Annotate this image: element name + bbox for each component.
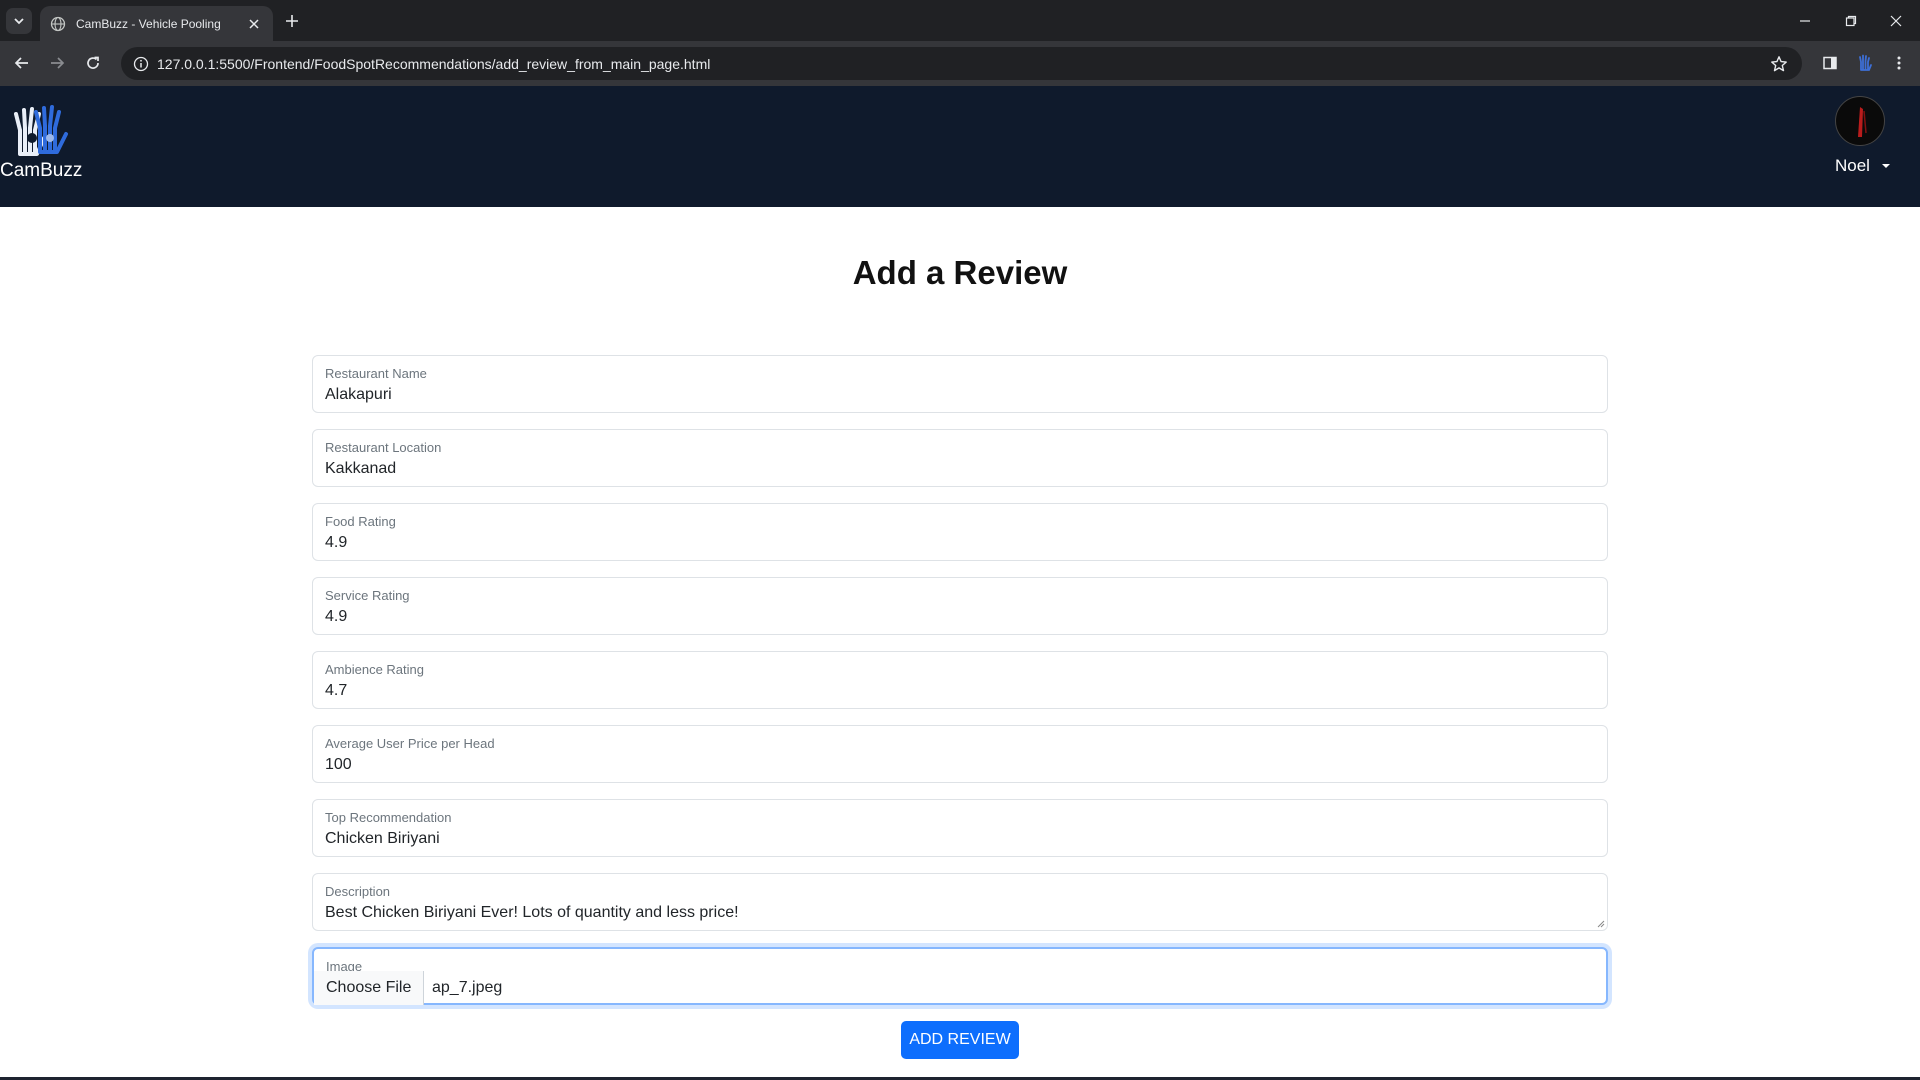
restaurant-name-field[interactable]: Restaurant Name Alakapuri <box>312 355 1608 413</box>
user-menu[interactable]: Noel <box>1826 96 1896 196</box>
field-value[interactable]: Best Chicken Biriyani Ever! Lots of quan… <box>325 904 739 922</box>
browser-tab[interactable]: CamBuzz - Vehicle Pooling <box>40 6 273 41</box>
field-label: Restaurant Location <box>325 440 442 455</box>
field-label: Average User Price per Head <box>325 736 495 751</box>
star-icon[interactable] <box>1768 53 1790 75</box>
field-value[interactable]: 4.9 <box>325 608 347 626</box>
field-value[interactable]: Alakapuri <box>325 386 392 404</box>
brand-link[interactable]: CamBuzz <box>0 104 84 184</box>
caret-down-icon <box>1882 164 1890 168</box>
field-label: Service Rating <box>325 588 410 603</box>
info-icon[interactable] <box>131 54 151 74</box>
site-navbar: CamBuzz Noel <box>0 86 1920 207</box>
extension-icon[interactable] <box>1852 50 1878 76</box>
avatar[interactable] <box>1835 96 1885 146</box>
back-icon[interactable] <box>9 50 35 76</box>
brand-name: CamBuzz <box>0 160 83 181</box>
side-panel-icon[interactable] <box>1817 50 1843 76</box>
resize-handle-icon[interactable] <box>1595 918 1605 928</box>
field-value[interactable]: 4.9 <box>325 534 347 552</box>
menu-icon[interactable] <box>1886 50 1912 76</box>
service-rating-field[interactable]: Service Rating 4.9 <box>312 577 1608 635</box>
field-value[interactable]: 100 <box>325 756 352 774</box>
tab-search-icon[interactable] <box>6 8 32 34</box>
food-rating-field[interactable]: Food Rating 4.9 <box>312 503 1608 561</box>
top-recommendation-field[interactable]: Top Recommendation Chicken Biriyani <box>312 799 1608 857</box>
close-icon[interactable] <box>245 15 263 33</box>
page-title: Add a Review <box>852 254 1068 291</box>
field-label: Food Rating <box>325 514 396 529</box>
user-name: Noel <box>1835 156 1870 175</box>
file-name: ap_7.jpeg <box>432 979 503 996</box>
window-close-icon[interactable] <box>1882 7 1910 35</box>
field-label: Top Recommendation <box>325 810 452 825</box>
plus-icon[interactable] <box>281 10 303 32</box>
add-review-button[interactable]: ADD REVIEW <box>901 1021 1019 1059</box>
field-value[interactable]: Chicken Biriyani <box>325 830 440 848</box>
description-field[interactable]: Description Best Chicken Biriyani Ever! … <box>312 873 1608 931</box>
price-per-head-field[interactable]: Average User Price per Head 100 <box>312 725 1608 783</box>
field-value[interactable]: 4.7 <box>325 682 347 700</box>
browser-toolbar: 127.0.0.1:5500/Frontend/FoodSpotRecommen… <box>0 41 1920 86</box>
minimize-icon[interactable] <box>1791 7 1819 35</box>
review-form: Restaurant Name Alakapuri Restaurant Loc… <box>312 355 1608 1021</box>
field-label: Ambience Rating <box>325 662 424 677</box>
image-upload-field[interactable]: Image Choose File ap_7.jpeg <box>312 947 1608 1005</box>
globe-icon <box>50 16 66 32</box>
ambience-rating-field[interactable]: Ambience Rating 4.7 <box>312 651 1608 709</box>
tab-title: CamBuzz - Vehicle Pooling <box>76 16 221 31</box>
restore-icon[interactable] <box>1837 7 1865 35</box>
hand-logo-icon <box>14 105 68 156</box>
browser-tab-strip: CamBuzz - Vehicle Pooling <box>0 0 1920 41</box>
choose-file-button[interactable]: Choose File <box>314 971 425 1005</box>
forward-icon[interactable] <box>44 50 70 76</box>
reload-icon[interactable] <box>80 50 106 76</box>
field-label: Description <box>325 884 391 899</box>
field-value[interactable]: Kakkanad <box>325 460 396 478</box>
address-bar[interactable]: 127.0.0.1:5500/Frontend/FoodSpotRecommen… <box>121 47 1802 80</box>
field-label: Restaurant Name <box>325 366 427 381</box>
url-text: 127.0.0.1:5500/Frontend/FoodSpotRecommen… <box>157 55 711 72</box>
restaurant-location-field[interactable]: Restaurant Location Kakkanad <box>312 429 1608 487</box>
